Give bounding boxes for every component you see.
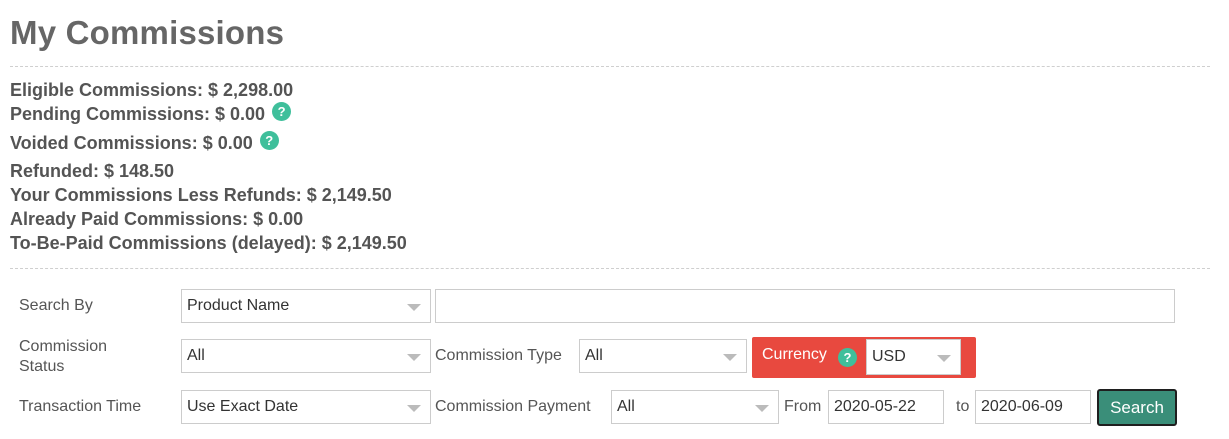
divider	[10, 268, 1210, 269]
search-by-label: Search By	[19, 297, 93, 314]
transaction-time-label: Transaction Time	[19, 398, 142, 415]
chevron-down-icon	[407, 354, 421, 361]
from-label: From	[784, 398, 822, 415]
commission-status-select[interactable]: All	[181, 339, 431, 373]
commission-payment-value: All	[617, 398, 635, 415]
chevron-down-icon	[755, 405, 769, 412]
already-paid-commissions-text: Already Paid Commissions: $ 0.00	[10, 209, 304, 229]
commission-type-select[interactable]: All	[579, 339, 747, 373]
already-paid-commissions: Already Paid Commissions: $ 0.00	[10, 209, 303, 230]
page-title: My Commissions	[10, 14, 285, 51]
to-be-paid-commissions: To-Be-Paid Commissions (delayed): $ 2,14…	[10, 233, 407, 254]
refunded: Refunded: $ 148.50	[10, 161, 174, 182]
commission-type-label: Commission Type	[435, 347, 562, 364]
to-date-input[interactable]	[975, 390, 1091, 424]
to-label: to	[956, 398, 970, 415]
transaction-time-value: Use Exact Date	[187, 398, 299, 415]
commissions-less-refunds: Your Commissions Less Refunds: $ 2,149.5…	[10, 185, 392, 206]
currency-label: Currency	[762, 346, 827, 363]
voided-commissions-text: Voided Commissions: $ 0.00	[10, 133, 253, 153]
eligible-commissions: Eligible Commissions: $ 2,298.00	[10, 80, 293, 101]
currency-select[interactable]: USD	[866, 339, 961, 375]
search-input[interactable]	[435, 289, 1175, 323]
currency-value: USD	[872, 348, 906, 365]
commission-payment-label: Commission Payment	[435, 398, 591, 415]
search-by-value: Product Name	[187, 297, 290, 314]
chevron-down-icon	[407, 405, 421, 412]
commission-type-value: All	[585, 347, 603, 364]
voided-commissions: Voided Commissions: $ 0.00 ?	[10, 131, 279, 154]
search-by-select[interactable]: Product Name	[181, 289, 431, 323]
commission-payment-select[interactable]: All	[611, 390, 779, 424]
search-button[interactable]: Search	[1097, 389, 1177, 426]
chevron-down-icon	[723, 354, 737, 361]
to-be-paid-commissions-text: To-Be-Paid Commissions (delayed): $ 2,14…	[10, 233, 407, 253]
commission-status-value: All	[187, 347, 205, 364]
pending-commissions-text: Pending Commissions: $ 0.00	[10, 104, 266, 124]
commission-status-label: Commission Status	[19, 338, 108, 375]
pending-commissions: Pending Commissions: $ 0.00 ?	[10, 102, 292, 125]
help-icon[interactable]: ?	[272, 102, 292, 121]
from-date-input[interactable]	[828, 390, 944, 424]
help-icon[interactable]: ?	[259, 131, 279, 150]
commissions-less-refunds-text: Your Commissions Less Refunds: $ 2,149.5…	[10, 185, 392, 205]
divider	[10, 66, 1210, 67]
currency-filter: Currency ? USD	[752, 337, 976, 378]
eligible-commissions-text: Eligible Commissions: $ 2,298.00	[10, 80, 294, 100]
transaction-time-select[interactable]: Use Exact Date	[181, 390, 431, 424]
help-icon[interactable]: ?	[838, 348, 857, 367]
chevron-down-icon	[407, 304, 421, 311]
chevron-down-icon	[937, 355, 951, 362]
refunded-text: Refunded: $ 148.50	[10, 161, 175, 181]
